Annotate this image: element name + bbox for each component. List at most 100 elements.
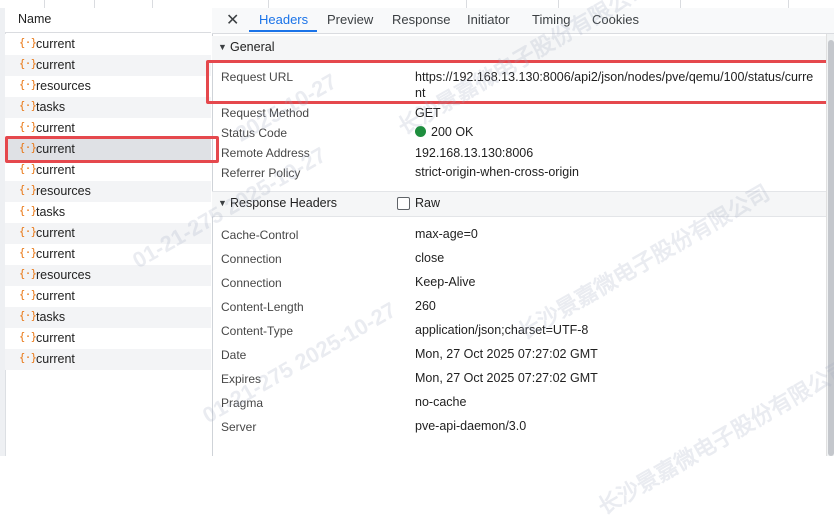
request-method-value[interactable]: GET: [415, 106, 441, 120]
request-row[interactable]: {·} current: [5, 34, 211, 55]
request-name: resources: [36, 268, 91, 282]
request-name: current: [36, 226, 75, 240]
scrollbar-thumb[interactable]: [828, 40, 834, 456]
request-name: current: [36, 352, 75, 366]
xhr-icon: {·}: [19, 37, 37, 49]
selected-request-highlight: [5, 136, 219, 163]
xhr-icon: {·}: [19, 226, 37, 238]
status-code-key: Status Code: [221, 126, 288, 140]
request-name: resources: [36, 79, 91, 93]
request-name: current: [36, 163, 75, 177]
request-name: tasks: [36, 205, 66, 219]
name-column-header[interactable]: Name: [5, 8, 211, 33]
request-row[interactable]: {·} resources: [5, 181, 211, 202]
xhr-icon: {·}: [19, 205, 37, 217]
request-name: tasks: [36, 100, 66, 114]
request-name: current: [36, 289, 75, 303]
tab-response[interactable]: Response: [392, 12, 451, 27]
xhr-icon: {·}: [19, 121, 37, 133]
response-headers-section-header[interactable]: ▼ Response Headers Raw: [212, 191, 834, 217]
collapse-triangle-icon: ▼: [218, 198, 227, 208]
toolbar-divider: [558, 0, 559, 8]
remote-address-value[interactable]: 192.168.13.130:8006: [415, 146, 533, 160]
toolbar-divider: [152, 0, 153, 8]
toolbar-divider: [680, 0, 681, 8]
response-header-value[interactable]: pve-api-daemon/3.0: [415, 419, 526, 433]
response-header-key: Content-Type: [221, 324, 294, 338]
xhr-icon: {·}: [19, 58, 37, 70]
response-header-value[interactable]: 260: [415, 299, 436, 313]
request-row[interactable]: {·} current: [5, 349, 211, 370]
response-header-value[interactable]: Mon, 27 Oct 2025 07:27:02 GMT: [415, 347, 598, 361]
xhr-icon: {·}: [19, 163, 37, 175]
tab-cookies[interactable]: Cookies: [592, 12, 639, 27]
toolbar-divider: [44, 0, 45, 8]
request-name: current: [36, 247, 75, 261]
response-header-value[interactable]: no-cache: [415, 395, 466, 409]
detail-scrollbar[interactable]: [826, 34, 834, 456]
request-row[interactable]: {·} tasks: [5, 307, 211, 328]
request-name: resources: [36, 184, 91, 198]
xhr-icon: {·}: [19, 247, 37, 259]
response-header-key: Cache-Control: [221, 228, 299, 242]
xhr-icon: {·}: [19, 331, 37, 343]
toolbar-divider: [94, 0, 95, 8]
request-name: current: [36, 331, 75, 345]
xhr-icon: {·}: [19, 100, 37, 112]
request-name: current: [36, 58, 75, 72]
request-row[interactable]: {·} current: [5, 286, 211, 307]
request-row[interactable]: {·} resources: [5, 265, 211, 286]
detail-tab-bar: ✕ Headers Preview Response Initiator Tim…: [212, 8, 834, 34]
general-section-title: General: [230, 40, 275, 54]
request-row[interactable]: {·} tasks: [5, 97, 211, 118]
request-method-key: Request Method: [221, 106, 310, 120]
close-icon[interactable]: ✕: [226, 10, 239, 30]
tab-preview[interactable]: Preview: [327, 12, 373, 27]
request-row[interactable]: {·} tasks: [5, 202, 211, 223]
response-headers-section-title: Response Headers: [230, 196, 338, 210]
response-header-value[interactable]: application/json;charset=UTF-8: [415, 323, 588, 337]
name-column-label: Name: [18, 12, 52, 26]
request-row[interactable]: {·} current: [5, 328, 211, 349]
request-row[interactable]: {·} current: [5, 244, 211, 265]
response-header-value[interactable]: Keep-Alive: [415, 275, 475, 289]
general-section-header[interactable]: ▼ General: [212, 36, 834, 61]
request-row[interactable]: {·} current: [5, 55, 211, 76]
xhr-icon: {·}: [19, 310, 37, 322]
request-row[interactable]: {·} resources: [5, 76, 211, 97]
response-header-key: Content-Length: [221, 300, 304, 314]
response-header-key: Server: [221, 420, 257, 434]
status-ok-icon: [415, 126, 426, 137]
toolbar-divider: [268, 0, 269, 8]
response-header-key: Pragma: [221, 396, 264, 410]
request-name: current: [36, 121, 75, 135]
raw-checkbox[interactable]: [397, 197, 410, 210]
response-header-value[interactable]: close: [415, 251, 444, 265]
request-name: tasks: [36, 310, 66, 324]
xhr-icon: {·}: [19, 289, 37, 301]
xhr-icon: {·}: [19, 268, 37, 280]
response-header-value[interactable]: Mon, 27 Oct 2025 07:27:02 GMT: [415, 371, 598, 385]
active-tab-indicator: [249, 30, 317, 32]
toolbar-divider: [466, 0, 467, 8]
status-code-text: 200 OK: [431, 125, 474, 139]
response-header-key: Connection: [221, 276, 282, 290]
request-name: current: [36, 37, 75, 51]
request-row[interactable]: {·} current: [5, 160, 211, 181]
response-header-value[interactable]: max-age=0: [415, 227, 478, 241]
request-url-highlight: [206, 60, 830, 104]
watermark-text: 长沙景嘉微电子股份有限公司: [593, 354, 834, 520]
tab-timing[interactable]: Timing: [532, 12, 571, 27]
response-header-key: Date: [221, 348, 247, 362]
tab-headers[interactable]: Headers: [259, 12, 308, 27]
referrer-policy-value[interactable]: strict-origin-when-cross-origin: [415, 165, 579, 179]
xhr-icon: {·}: [19, 184, 37, 196]
remote-address-key: Remote Address: [221, 146, 310, 160]
xhr-icon: {·}: [19, 352, 37, 364]
toolbar-divider: [788, 0, 789, 8]
request-row[interactable]: {·} current: [5, 223, 211, 244]
referrer-policy-key: Referrer Policy: [221, 166, 301, 180]
response-header-key: Expires: [221, 372, 262, 386]
tab-initiator[interactable]: Initiator: [467, 12, 510, 27]
status-code-value[interactable]: 200 OK: [415, 125, 473, 139]
